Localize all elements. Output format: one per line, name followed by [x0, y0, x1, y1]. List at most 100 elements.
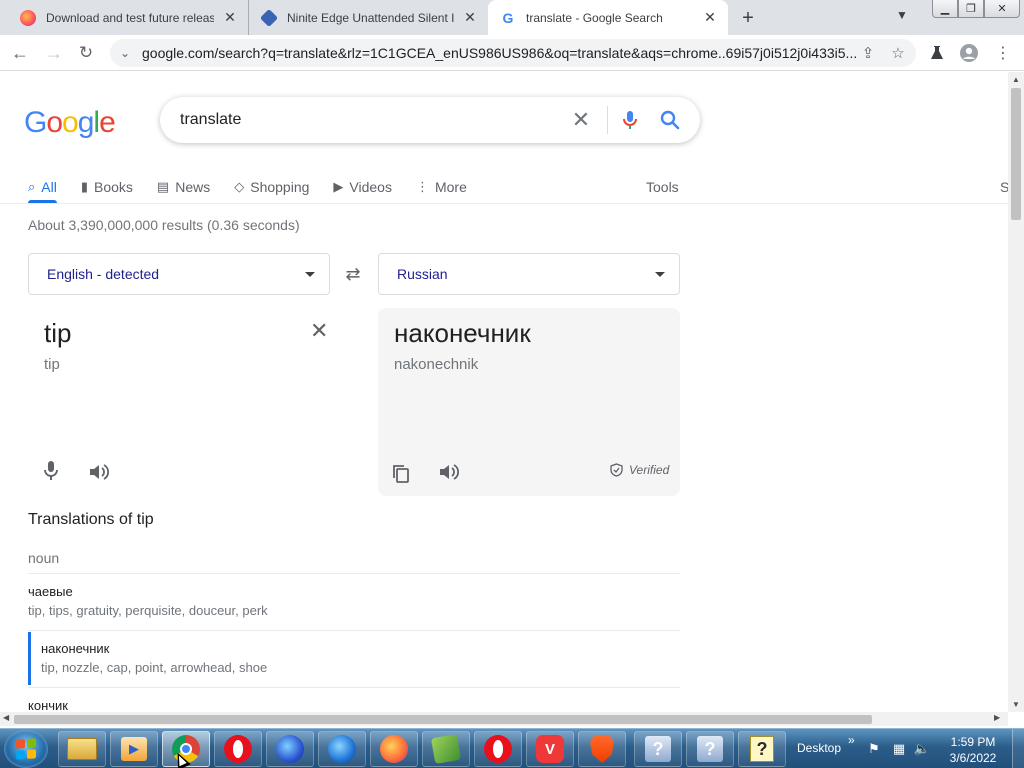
- result-stats: About 3,390,000,000 results (0.36 second…: [28, 217, 300, 233]
- taskbar-media-player[interactable]: ▶: [110, 731, 158, 767]
- translation-entry[interactable]: чаевые tip, tips, gratuity, perquisite, …: [28, 584, 680, 618]
- search-submit-icon[interactable]: [658, 108, 682, 132]
- taskbar-firefox-dev[interactable]: [318, 731, 366, 767]
- scrollbar-thumb[interactable]: [1011, 88, 1021, 220]
- clear-search-icon[interactable]: ✕: [569, 107, 593, 132]
- close-tab-icon[interactable]: ✕: [462, 9, 478, 26]
- tab-all[interactable]: ⌕ All: [28, 172, 57, 203]
- back-arrow-icon[interactable]: ←: [8, 41, 32, 65]
- scroll-right-arrow-icon[interactable]: ▶: [994, 713, 1000, 722]
- address-bar[interactable]: ⌄ google.com/search?q=translate&rlz=1C1G…: [110, 39, 916, 67]
- tab-shopping[interactable]: ◇ Shopping: [234, 172, 309, 202]
- search-box[interactable]: translate ✕: [160, 97, 700, 143]
- shield-check-icon: [610, 463, 623, 477]
- extensions-flask-icon[interactable]: [926, 42, 948, 64]
- bookmark-star-icon[interactable]: ☆: [886, 44, 910, 62]
- tab-label: News: [175, 179, 211, 195]
- vivaldi-icon: V: [536, 735, 564, 763]
- scrollbar-thumb[interactable]: [14, 715, 872, 724]
- listen-speaker-icon[interactable]: [438, 462, 460, 482]
- verified-badge[interactable]: Verified: [610, 463, 669, 477]
- search-icon: ⌕: [28, 179, 36, 194]
- clear-source-icon[interactable]: ✕: [310, 318, 328, 344]
- tools-button[interactable]: Tools: [646, 172, 679, 202]
- close-window-button[interactable]: ✕: [984, 0, 1020, 18]
- taskbar-brave[interactable]: [578, 731, 626, 767]
- translated-text: наконечник: [394, 318, 531, 348]
- reload-icon[interactable]: ↻: [74, 41, 98, 65]
- tab-title: Download and test future release: [46, 10, 214, 25]
- menu-kebab-icon[interactable]: ⋮: [992, 42, 1014, 64]
- dropdown-caret-icon: [305, 271, 315, 277]
- copy-icon[interactable]: [392, 464, 410, 484]
- voice-search-mic-icon[interactable]: [618, 108, 642, 132]
- tab-search-chevron-icon[interactable]: ▼: [896, 8, 908, 22]
- vertical-scrollbar[interactable]: ▲ ▼: [1008, 72, 1024, 712]
- taskbar-opera-gx[interactable]: [474, 731, 522, 767]
- target-language-select[interactable]: Russian: [378, 253, 680, 295]
- google-logo[interactable]: Google: [24, 106, 116, 140]
- taskbar-firefox[interactable]: [370, 731, 418, 767]
- tab-title: translate - Google Search: [526, 10, 663, 25]
- settings-truncated-link[interactable]: S: [1000, 172, 1008, 202]
- forward-arrow-icon[interactable]: →: [42, 41, 66, 65]
- scroll-down-arrow-icon[interactable]: ▼: [1012, 700, 1020, 709]
- source-language-select[interactable]: English - detected: [28, 253, 330, 295]
- close-tab-icon[interactable]: ✕: [222, 9, 238, 26]
- share-icon[interactable]: ⇪: [856, 44, 880, 62]
- search-input[interactable]: translate: [180, 111, 569, 129]
- part-of-speech: noun: [28, 550, 60, 566]
- volume-icon[interactable]: 🔈: [914, 741, 930, 757]
- tab-strip: Download and test future release ✕ Ninit…: [0, 0, 1024, 35]
- swap-languages-icon[interactable]: ⇄: [342, 264, 364, 284]
- browser-toolbar: ← → ↻ ⌄ google.com/search?q=translate&rl…: [0, 35, 1024, 71]
- taskbar-help-1[interactable]: ?: [634, 731, 682, 767]
- new-tab-button[interactable]: +: [736, 6, 760, 30]
- browser-tab-1[interactable]: Download and test future release ✕: [8, 0, 248, 35]
- action-center-flag-icon[interactable]: ⚑: [866, 741, 882, 757]
- source-language-label: English - detected: [47, 266, 160, 282]
- scroll-up-arrow-icon[interactable]: ▲: [1012, 75, 1020, 84]
- browser-tab-2[interactable]: Ninite Edge Unattended Silent In ✕: [248, 0, 488, 35]
- taskbar-notepadpp[interactable]: [422, 731, 470, 767]
- taskbar-opera[interactable]: [214, 731, 262, 767]
- profile-avatar-icon[interactable]: [958, 42, 980, 64]
- taskbar-help-3[interactable]: ?: [738, 731, 786, 767]
- network-icon[interactable]: ▦: [891, 741, 907, 757]
- show-desktop-button[interactable]: [1012, 729, 1024, 768]
- start-button[interactable]: [4, 730, 48, 768]
- translation-entry[interactable]: кончик: [28, 698, 680, 712]
- listen-speaker-icon[interactable]: [88, 462, 110, 482]
- source-text-pane[interactable]: tip tip ✕: [28, 308, 330, 498]
- taskbar-explorer[interactable]: [58, 731, 106, 767]
- browser-tab-3-active[interactable]: G translate - Google Search ✕: [488, 0, 728, 35]
- minimize-button[interactable]: ▁: [932, 0, 958, 18]
- taskbar-help-2[interactable]: ?: [686, 731, 734, 767]
- chevron-down-icon[interactable]: ⌄: [120, 46, 132, 60]
- mic-icon[interactable]: [42, 460, 60, 482]
- scroll-left-arrow-icon[interactable]: ◀: [3, 713, 9, 722]
- chevron-double-right-icon[interactable]: »: [848, 733, 855, 747]
- horizontal-scrollbar[interactable]: ◀ ▶: [0, 712, 1008, 726]
- tab-news[interactable]: ▤ News: [157, 172, 210, 202]
- ninite-icon: [259, 8, 279, 27]
- entry-word: кончик: [28, 698, 68, 712]
- tab-more[interactable]: ⋮ More: [416, 172, 467, 202]
- restore-button[interactable]: ❐: [958, 0, 984, 18]
- taskbar-firefox-nightly[interactable]: [266, 731, 314, 767]
- desktop-toolbar-label[interactable]: Desktop: [797, 741, 841, 755]
- entry-synonyms: tip, tips, gratuity, perquisite, douceur…: [28, 603, 268, 618]
- opera-icon: [484, 735, 512, 763]
- translation-entry-selected[interactable]: наконечник tip, nozzle, cap, point, arro…: [28, 632, 680, 685]
- tab-books[interactable]: ▮ Books: [81, 172, 133, 202]
- tab-videos[interactable]: ▶ Videos: [333, 172, 392, 202]
- source-text[interactable]: tip: [44, 318, 71, 349]
- search-nav-tabs: ⌕ All ▮ Books ▤ News ◇ Shopping ▶ Videos…: [28, 172, 491, 203]
- taskbar-vivaldi[interactable]: V: [526, 731, 574, 767]
- system-clock[interactable]: 1:59 PM 3/6/2022: [944, 734, 1002, 766]
- target-language-label: Russian: [397, 266, 448, 282]
- url-text[interactable]: google.com/search?q=translate&rlz=1C1GCE…: [142, 45, 856, 61]
- close-tab-icon[interactable]: ✕: [702, 9, 718, 26]
- divider: [28, 630, 680, 631]
- google-results-page: Google translate ✕ ⌕ All ▮ Books ▤ News …: [0, 72, 1008, 712]
